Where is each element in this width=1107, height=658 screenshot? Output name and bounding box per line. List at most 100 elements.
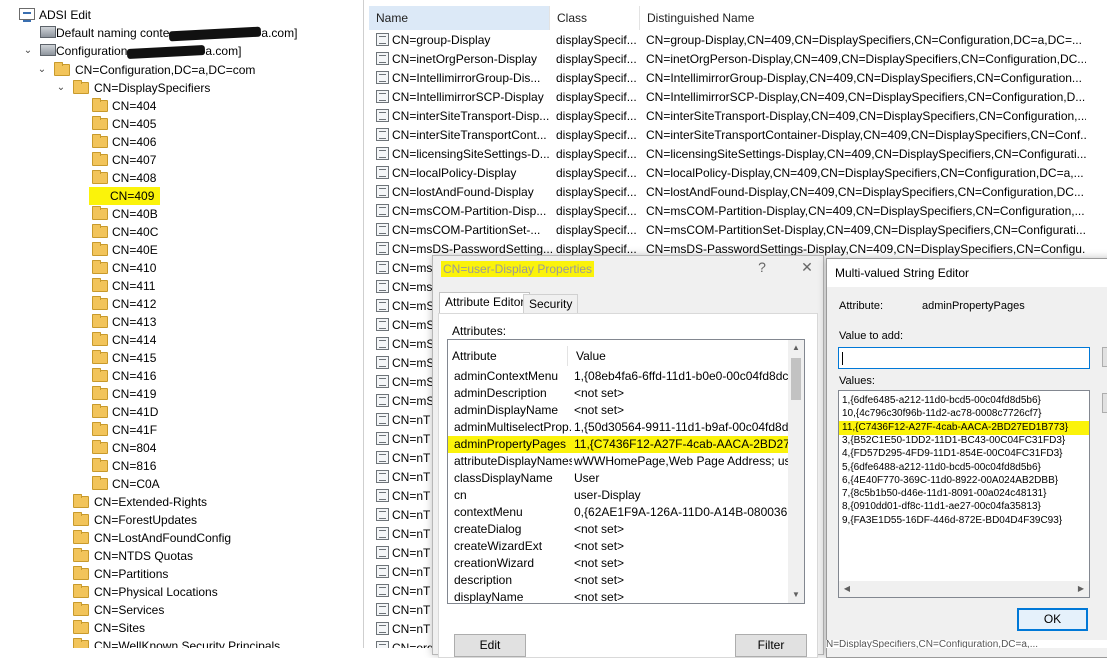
multi-valued-string-editor[interactable]: Multi-valued String Editor Attribute: ad… xyxy=(826,258,1107,658)
horizontal-scrollbar[interactable]: ◀ ▶ xyxy=(839,581,1089,597)
list-row[interactable]: CN=nT xyxy=(369,544,433,563)
tree-item-locale[interactable]: CN=40E xyxy=(0,241,360,259)
value-list-item[interactable]: 5,{6dfe6488-a212-11d0-bcd5-00c04fd8d5b6} xyxy=(842,462,1041,474)
ok-button[interactable]: OK xyxy=(1017,608,1088,631)
list-row[interactable]: CN=lostAndFound-Display displaySpecif... C… xyxy=(369,183,1107,202)
value-list-item[interactable]: 4,{FD57D295-4FD9-11D1-854E-00C04FC31FD3} xyxy=(842,448,1062,460)
scroll-left-icon[interactable]: ◀ xyxy=(839,581,855,597)
properties-dialog[interactable]: CN=user-Display Properties ? ✕ Attribute… xyxy=(432,255,824,658)
scroll-thumb[interactable] xyxy=(791,358,801,400)
list-row[interactable]: CN=ms xyxy=(369,278,433,297)
remove-button[interactable] xyxy=(1102,393,1107,413)
list-row[interactable]: CN=IntellimirrorGroup-Dis... displaySpeci… xyxy=(369,69,1107,88)
list-row[interactable]: CN=msCOM-PartitionSet-... displaySpecif..… xyxy=(369,221,1107,240)
tree-item-container[interactable]: CN=Services xyxy=(0,601,360,619)
tree-item-locale[interactable]: CN=415 xyxy=(0,349,360,367)
list-row[interactable]: CN=nT xyxy=(369,468,433,487)
tree-display-specifiers[interactable]: ⌄ CN=DisplaySpecifiers xyxy=(0,79,360,97)
expand-chevron-icon[interactable]: ⌄ xyxy=(36,61,48,79)
tree-item-container[interactable]: CN=WellKnown Security Principals xyxy=(0,637,360,648)
attribute-row[interactable]: createDialog <not set> xyxy=(448,521,792,538)
list-row[interactable]: CN=licensingSiteSettings-D... displaySpec… xyxy=(369,145,1107,164)
list-row[interactable]: CN=IntellimirrorSCP-Display displaySpecif… xyxy=(369,88,1107,107)
tree-item-locale[interactable]: CN=405 xyxy=(0,115,360,133)
list-row[interactable]: CN=nT xyxy=(369,449,433,468)
tree-item-locale[interactable]: CN=413 xyxy=(0,313,360,331)
values-list[interactable]: 1,{6dfe6485-a212-11d0-bcd5-00c04fd8d5b6}… xyxy=(838,390,1090,598)
tree-item-locale[interactable]: CN=40C xyxy=(0,223,360,241)
tree-item-locale[interactable]: CN=816 xyxy=(0,457,360,475)
tree-item-locale[interactable]: CN=41F xyxy=(0,421,360,439)
tree-item-container[interactable]: CN=Partitions xyxy=(0,565,360,583)
tree-item-locale[interactable]: CN=409 xyxy=(0,187,360,205)
close-icon[interactable]: ✕ xyxy=(797,259,817,276)
attribute-row[interactable]: contextMenu 0,{62AE1F9A-126A-11D0-A14B-08… xyxy=(448,504,792,521)
value-list-item[interactable]: 1,{6dfe6485-a212-11d0-bcd5-00c04fd8d5b6} xyxy=(842,395,1041,407)
list-row[interactable]: CN=nT xyxy=(369,563,433,582)
list-row[interactable]: CN=nT xyxy=(369,582,433,601)
tree-item-locale[interactable]: CN=419 xyxy=(0,385,360,403)
list-row[interactable]: CN=interSiteTransportCont... displaySpeci… xyxy=(369,126,1107,145)
column-header-name[interactable]: Name xyxy=(369,6,550,30)
list-row[interactable]: CN=mS xyxy=(369,392,434,411)
attribute-row[interactable]: cn user-Display xyxy=(448,487,792,504)
tree-item-container[interactable]: CN=ForestUpdates xyxy=(0,511,360,529)
tree-item-locale[interactable]: CN=407 xyxy=(0,151,360,169)
scroll-up-icon[interactable]: ▲ xyxy=(788,340,804,356)
tree-item-locale[interactable]: CN=404 xyxy=(0,97,360,115)
edit-button[interactable]: Edit xyxy=(454,634,526,657)
value-list-item[interactable]: 6,{4E40F770-369C-11d0-8922-00A024AB2DBB} xyxy=(842,475,1058,487)
list-row[interactable]: CN=mS xyxy=(369,373,434,392)
tree-item-locale[interactable]: CN=408 xyxy=(0,169,360,187)
tree-item-locale[interactable]: CN=411 xyxy=(0,277,360,295)
tree-root[interactable]: ADSI Edit xyxy=(0,6,360,24)
list-row[interactable]: CN=mS xyxy=(369,297,434,316)
list-row[interactable]: CN=mS xyxy=(369,354,434,373)
list-row[interactable]: CN=nT xyxy=(369,601,433,620)
help-icon[interactable]: ? xyxy=(752,259,772,275)
list-row[interactable]: CN=nT xyxy=(369,411,433,430)
list-row[interactable]: CN=msCOM-Partition-Disp... displaySpecif.… xyxy=(369,202,1107,221)
tree-item-container[interactable]: CN=NTDS Quotas xyxy=(0,547,360,565)
list-row[interactable]: CN=org xyxy=(369,639,434,648)
attribute-row[interactable]: adminPropertyPages 11,{C7436F12-A27F-4cab… xyxy=(448,436,792,453)
filter-button[interactable]: Filter xyxy=(735,634,807,657)
attribute-row[interactable]: attributeDisplayNames wWWHomePage,Web Pag… xyxy=(448,453,792,470)
grid-header-value[interactable]: Value xyxy=(572,346,792,366)
tree-item-container[interactable]: CN=LostAndFoundConfig xyxy=(0,529,360,547)
list-row[interactable]: CN=localPolicy-Display displaySpecif... CN… xyxy=(369,164,1107,183)
tree-default-naming-context[interactable]: Default naming conte a.com] xyxy=(0,24,360,42)
attribute-row[interactable]: creationWizard <not set> xyxy=(448,555,792,572)
list-row[interactable]: CN=nT xyxy=(369,506,433,525)
tree-config-dn[interactable]: ⌄ CN=Configuration,DC=a,DC=com xyxy=(0,61,360,79)
tree-item-container[interactable]: CN=Extended-Rights xyxy=(0,493,360,511)
attribute-row[interactable]: classDisplayName User xyxy=(448,470,792,487)
attribute-row[interactable]: description <not set> xyxy=(448,572,792,589)
expand-chevron-icon[interactable]: ⌄ xyxy=(22,42,34,60)
attribute-row[interactable]: displayName <not set> xyxy=(448,589,792,603)
attribute-row[interactable]: adminMultiselectProp... 1,{50d30564-9911-… xyxy=(448,419,792,436)
list-row[interactable]: CN=nT xyxy=(369,525,433,544)
vertical-scrollbar[interactable]: ▲ ▼ xyxy=(788,340,804,603)
value-to-add-input[interactable] xyxy=(838,347,1090,369)
list-row[interactable]: CN=mS xyxy=(369,316,434,335)
tab-attribute-editor[interactable]: Attribute Editor xyxy=(439,292,531,313)
tree-item-locale[interactable]: CN=412 xyxy=(0,295,360,313)
value-list-item[interactable]: 8,{0910dd01-df8c-11d1-ae27-00c04fa35813} xyxy=(842,501,1041,513)
list-row[interactable]: CN=ms xyxy=(369,259,433,278)
list-row[interactable]: CN=inetOrgPerson-Display displaySpecif...… xyxy=(369,50,1107,69)
tree-item-locale[interactable]: CN=410 xyxy=(0,259,360,277)
column-header-dn[interactable]: Distinguished Name xyxy=(640,6,1107,30)
grid-header-attribute[interactable]: Attribute xyxy=(448,346,568,366)
value-list-item[interactable]: 10,{4c796c30f96b-11d2-ac78-0008c7726cf7} xyxy=(842,408,1041,420)
list-row[interactable]: CN=group-Display displaySpecif... CN=group… xyxy=(369,31,1107,50)
attribute-row[interactable]: createWizardExt <not set> xyxy=(448,538,792,555)
tree-item-container[interactable]: CN=Sites xyxy=(0,619,360,637)
tree-pane[interactable]: ADSI Edit Default naming conte a.com] ⌄ C… xyxy=(0,0,364,648)
tree-item-locale[interactable]: CN=804 xyxy=(0,439,360,457)
tree-item-locale[interactable]: CN=40B xyxy=(0,205,360,223)
tree-item-locale[interactable]: CN=406 xyxy=(0,133,360,151)
list-row[interactable]: CN=nT xyxy=(369,487,433,506)
list-row[interactable]: CN=mS xyxy=(369,335,434,354)
tree-configuration[interactable]: ⌄ Configuration a.com] xyxy=(0,42,360,60)
